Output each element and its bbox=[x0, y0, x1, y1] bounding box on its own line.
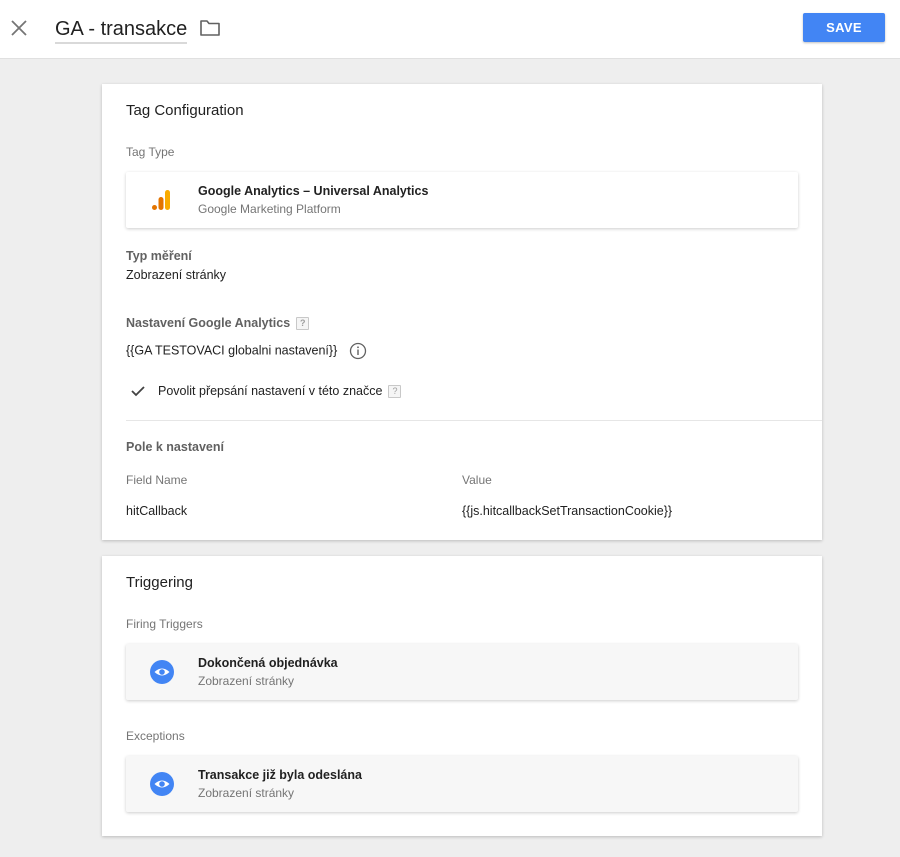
tag-type-vendor: Google Marketing Platform bbox=[198, 202, 341, 216]
tracking-type-label: Typ měření bbox=[126, 249, 192, 263]
field-value-cell: {{js.hitcallbackSetTransactionCookie}} bbox=[462, 504, 673, 518]
ga-settings-row: {{GA TESTOVACI globalni nastavení}} bbox=[126, 342, 367, 360]
exception-trigger-tile[interactable]: Transakce již byla odeslána Zobrazení st… bbox=[126, 756, 798, 812]
tracking-type-value: Zobrazení stránky bbox=[126, 268, 227, 282]
info-icon[interactable] bbox=[349, 342, 367, 360]
firing-triggers-label: Firing Triggers bbox=[126, 617, 203, 631]
tag-type-tile[interactable]: Google Analytics – Universal Analytics G… bbox=[126, 172, 798, 228]
ga-settings-label-row: Nastavení Google Analytics? bbox=[126, 316, 310, 331]
save-button[interactable]: SAVE bbox=[803, 13, 885, 42]
tag-type-label: Tag Type bbox=[126, 145, 175, 159]
trigger-name: Transakce již byla odeslána bbox=[198, 768, 362, 782]
field-name-cell: hitCallback bbox=[126, 504, 188, 518]
firing-trigger-tile[interactable]: Dokončená objednávka Zobrazení stránky bbox=[126, 644, 798, 700]
trigger-type: Zobrazení stránky bbox=[198, 674, 295, 688]
trigger-name: Dokončená objednávka bbox=[198, 656, 338, 670]
help-icon[interactable]: ? bbox=[388, 385, 402, 399]
trigger-type: Zobrazení stránky bbox=[198, 786, 295, 800]
override-label: Povolit přepsání nastavení v této značce bbox=[158, 384, 383, 398]
google-analytics-icon bbox=[150, 188, 174, 212]
checkmark-icon[interactable] bbox=[130, 384, 146, 403]
ga-settings-label: Nastavení Google Analytics bbox=[126, 316, 291, 330]
tag-type-name: Google Analytics – Universal Analytics bbox=[198, 184, 429, 198]
help-icon[interactable]: ? bbox=[296, 317, 310, 331]
eye-icon bbox=[150, 660, 174, 684]
title-underline bbox=[55, 42, 187, 44]
override-row: Povolit přepsání nastavení v této značce… bbox=[158, 384, 402, 399]
triggering-card: Triggering Firing Triggers Dokončená obj… bbox=[102, 556, 822, 836]
eye-icon bbox=[150, 772, 174, 796]
top-bar: GA - transakce SAVE bbox=[0, 0, 900, 59]
close-icon[interactable] bbox=[8, 17, 30, 39]
field-value-header: Value bbox=[462, 473, 492, 487]
tag-configuration-card: Tag Configuration Tag Type Google Analyt… bbox=[102, 84, 822, 540]
field-name-header: Field Name bbox=[126, 473, 188, 487]
exceptions-label: Exceptions bbox=[126, 729, 185, 743]
card-title: Tag Configuration bbox=[126, 102, 244, 119]
tag-name-input[interactable]: GA - transakce bbox=[55, 17, 187, 41]
fields-section-label: Pole k nastavení bbox=[126, 440, 224, 454]
ga-settings-value: {{GA TESTOVACI globalni nastavení}} bbox=[126, 343, 338, 358]
divider bbox=[126, 420, 822, 421]
folder-icon[interactable] bbox=[199, 18, 221, 38]
card-title: Triggering bbox=[126, 574, 193, 591]
